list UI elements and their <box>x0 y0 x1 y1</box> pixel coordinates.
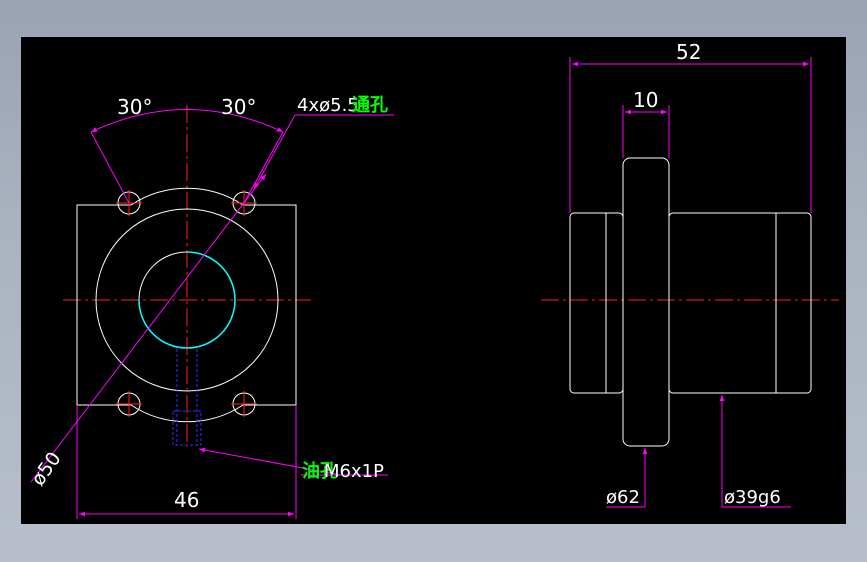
thickness-label: 10 <box>633 88 658 112</box>
front-view: 30° 30° ø50 4xø5.5 通孔 油孔 M6x1P 46 <box>27 95 394 519</box>
length-label: 52 <box>676 40 701 64</box>
centerlines-front <box>63 105 311 447</box>
body-diameter-label: ø39g6 <box>724 487 781 508</box>
drawing-svg: 30° 30° ø50 4xø5.5 通孔 油孔 M6x1P 46 52 10 … <box>27 40 839 519</box>
angle-right-label: 30° <box>221 95 256 119</box>
side-view: 52 10 ø62 ø39g6 <box>541 40 839 508</box>
oil-spec: M6x1P <box>324 461 384 482</box>
holes-suffix: 通孔 <box>352 95 388 116</box>
cad-drawing-area[interactable]: 30° 30° ø50 4xø5.5 通孔 油孔 M6x1P 46 52 10 … <box>21 37 846 524</box>
flange-diameter-label: ø62 <box>606 487 640 508</box>
pcd-label: ø50 <box>27 448 66 490</box>
width-label: 46 <box>174 488 199 512</box>
right-body <box>668 212 812 394</box>
flange-side <box>622 157 670 447</box>
holes-label: 4xø5.5 <box>297 95 359 116</box>
pcd-leader <box>30 173 267 483</box>
angle-left-label: 30° <box>117 95 152 119</box>
left-sleeve <box>569 212 624 394</box>
